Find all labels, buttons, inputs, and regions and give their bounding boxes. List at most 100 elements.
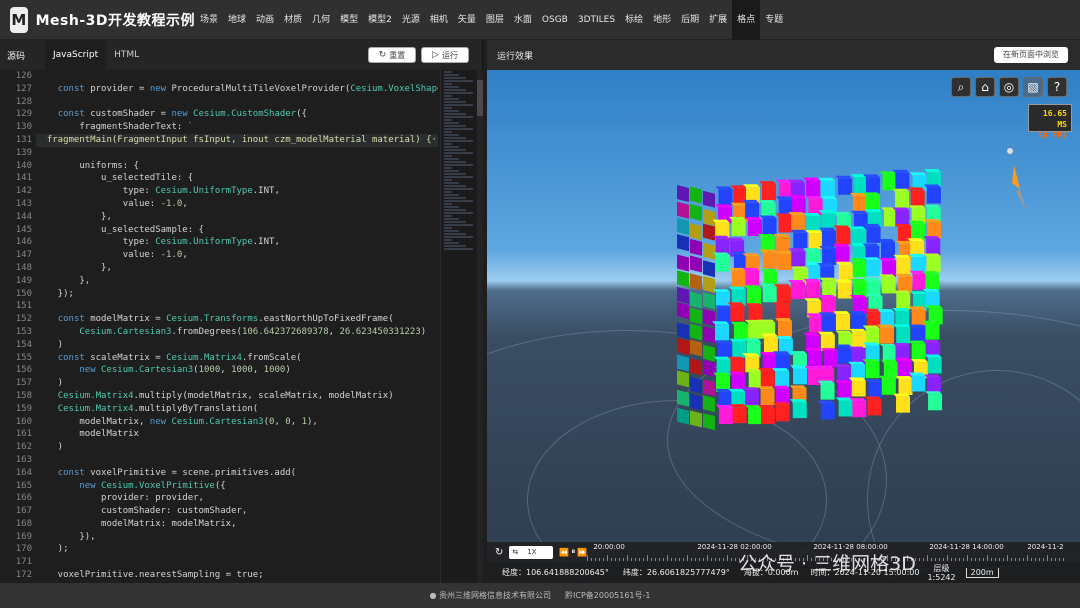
compass-icon[interactable] (1004, 145, 1028, 215)
layers-icon[interactable]: ▧ (1023, 77, 1043, 97)
voxel-cell (703, 308, 715, 326)
code-line[interactable]: ); (36, 543, 438, 556)
voxel-cell (892, 343, 910, 347)
nav-item[interactable]: 图层 (481, 0, 509, 40)
nav-item[interactable]: 材质 (279, 0, 307, 40)
code-line[interactable]: const scaleMatrix = Cesium.Matrix4.fromS… (36, 352, 438, 365)
help-icon[interactable]: ? (1047, 77, 1067, 97)
voxel-cube[interactable] (487, 70, 1080, 583)
nav-item[interactable]: 矢量 (453, 0, 481, 40)
voxel-cell (928, 394, 943, 411)
rewind-icon[interactable]: ⏪ (559, 548, 569, 557)
code-line[interactable]: Cesium.Matrix4.multiplyByTranslation( (36, 403, 438, 416)
globe-icon[interactable]: ◎ (999, 77, 1019, 97)
3d-viewer[interactable]: ⌕ ⌂ ◎ ▧? 16.65 MS 59 FPS ↻ ⇆ 1X ⏪ ⏸ ⏩ 20:00… (487, 70, 1080, 583)
nav-item[interactable]: 扩展 (704, 0, 732, 40)
tab-html[interactable]: HTML (106, 40, 147, 70)
scrollbar-thumb[interactable] (477, 80, 483, 116)
code-line[interactable] (36, 70, 438, 83)
editor-scrollbar[interactable] (477, 70, 483, 583)
code-line[interactable]: Cesium.Cartesian3.fromDegrees(106.642372… (36, 326, 438, 339)
code-line[interactable]: }), (36, 531, 438, 544)
code-line[interactable]: const provider = new ProceduralMultiTile… (36, 83, 438, 96)
code-line[interactable]: customShader: customShader, (36, 505, 438, 518)
open-new-page-button[interactable]: 在新页面中浏览 (994, 47, 1068, 63)
nav-item[interactable]: 模型2 (363, 0, 397, 40)
speed-select[interactable]: ⇆ 1X (509, 545, 554, 559)
nav-item[interactable]: 几何 (307, 0, 335, 40)
voxel-cell (690, 376, 702, 394)
code-line[interactable]: modelMatrix: modelMatrix, (36, 518, 438, 531)
code-line[interactable]: Cesium.Matrix4.multiply(modelMatrix, sca… (36, 390, 438, 403)
tab-javascript[interactable]: JavaScript (45, 40, 107, 70)
timeline-tick (699, 558, 701, 561)
code-line[interactable] (36, 300, 438, 313)
code-line[interactable] (36, 556, 438, 569)
reset-time-icon[interactable]: ↻ (495, 547, 503, 558)
nav-item[interactable]: 专题 (760, 0, 788, 40)
icp-number[interactable]: 黔ICP备20005161号-1 (565, 590, 650, 601)
code-line[interactable]: }, (36, 262, 438, 275)
voxel-cell (822, 249, 837, 266)
code-line[interactable]: new Cesium.Cartesian3(1000, 1000, 1000) (36, 364, 438, 377)
code-line[interactable]: fragmentMain(FragmentInput fsInput, inou… (36, 133, 438, 147)
code-line[interactable]: type: Cesium.UniformType.INT, (36, 185, 438, 198)
voxel-cell (728, 286, 746, 290)
code-line[interactable]: voxelPrimitive.nearestSampling = true; (36, 569, 438, 582)
nav-item[interactable]: 地球 (223, 0, 251, 40)
code-line[interactable]: }, (36, 211, 438, 224)
code-line[interactable]: new Cesium.VoxelPrimitive({ (36, 480, 438, 493)
code-line[interactable]: value: -1.0, (36, 198, 438, 211)
timeline-tick (671, 558, 673, 561)
nav-item[interactable]: 地形 (648, 0, 676, 40)
timeline-tick (1035, 558, 1037, 561)
nav-item[interactable]: 标绘 (620, 0, 648, 40)
code-line[interactable] (36, 454, 438, 467)
code-editor[interactable]: 126 127 128 129 130 131 139 140 141 142 143 144 145 1… (0, 70, 483, 583)
nav-item[interactable]: 后期 (676, 0, 704, 40)
code-line[interactable]: value: -1.0, (36, 249, 438, 262)
line-number: 127 (15, 83, 32, 94)
code-line[interactable] (36, 147, 438, 160)
voxel-cell (759, 283, 777, 287)
code-line[interactable]: const voxelPrimitive = scene.primitives.… (36, 467, 438, 480)
code-line[interactable] (36, 96, 438, 109)
code-line[interactable]: const customShader = new Cesium.CustomSh… (36, 108, 438, 121)
brand[interactable]: M Mesh-3D开发教程示例 (0, 6, 195, 33)
code-line[interactable]: ) (36, 339, 438, 352)
code-content[interactable]: const provider = new ProceduralMultiTile… (36, 70, 438, 583)
nav-item[interactable]: 格点 (732, 0, 761, 40)
code-line[interactable]: }); (36, 288, 438, 301)
code-line[interactable]: u_selectedSample: { (36, 224, 438, 237)
nav-item[interactable]: 3DTILES (573, 0, 620, 40)
timeline-tick-label: 2024-11-2 (1027, 543, 1064, 551)
nav-item[interactable]: 动画 (251, 0, 279, 40)
code-line[interactable]: uniforms: { (36, 160, 438, 173)
reset-button[interactable]: ↻ 重置 (368, 47, 416, 63)
code-line[interactable]: fragmentShaderText: ` (36, 121, 438, 134)
timeline-tick (727, 555, 729, 561)
line-number: 143 (15, 198, 32, 209)
pause-icon[interactable]: ⏸ (571, 547, 575, 557)
code-line[interactable]: provider: provider, (36, 492, 438, 505)
code-line[interactable]: modelMatrix, new Cesium.Cartesian3(0, 0,… (36, 416, 438, 429)
code-line[interactable]: modelMatrix (36, 428, 438, 441)
nav-item[interactable]: 模型 (335, 0, 363, 40)
nav-item[interactable]: 相机 (425, 0, 453, 40)
nav-item[interactable]: OSGB (537, 0, 573, 40)
code-line[interactable]: const modelMatrix = Cesium.Transforms.ea… (36, 313, 438, 326)
code-line[interactable]: ) (36, 377, 438, 390)
code-line[interactable]: ) (36, 441, 438, 454)
code-line[interactable]: type: Cesium.UniformType.INT, (36, 236, 438, 249)
code-line[interactable]: }, (36, 275, 438, 288)
home-icon[interactable]: ⌂ (975, 77, 995, 97)
nav-item[interactable]: 光源 (397, 0, 425, 40)
code-line[interactable]: u_selectedTile: { (36, 172, 438, 185)
nav-item[interactable]: 水面 (509, 0, 537, 40)
forward-icon[interactable]: ⏩ (577, 548, 587, 557)
voxel-cell (851, 314, 866, 331)
search-icon[interactable]: ⌕ (951, 77, 971, 97)
nav-item[interactable]: 场景 (195, 0, 223, 40)
run-button[interactable]: ▷ 运行 (421, 47, 469, 63)
timeline-tick (687, 555, 689, 561)
